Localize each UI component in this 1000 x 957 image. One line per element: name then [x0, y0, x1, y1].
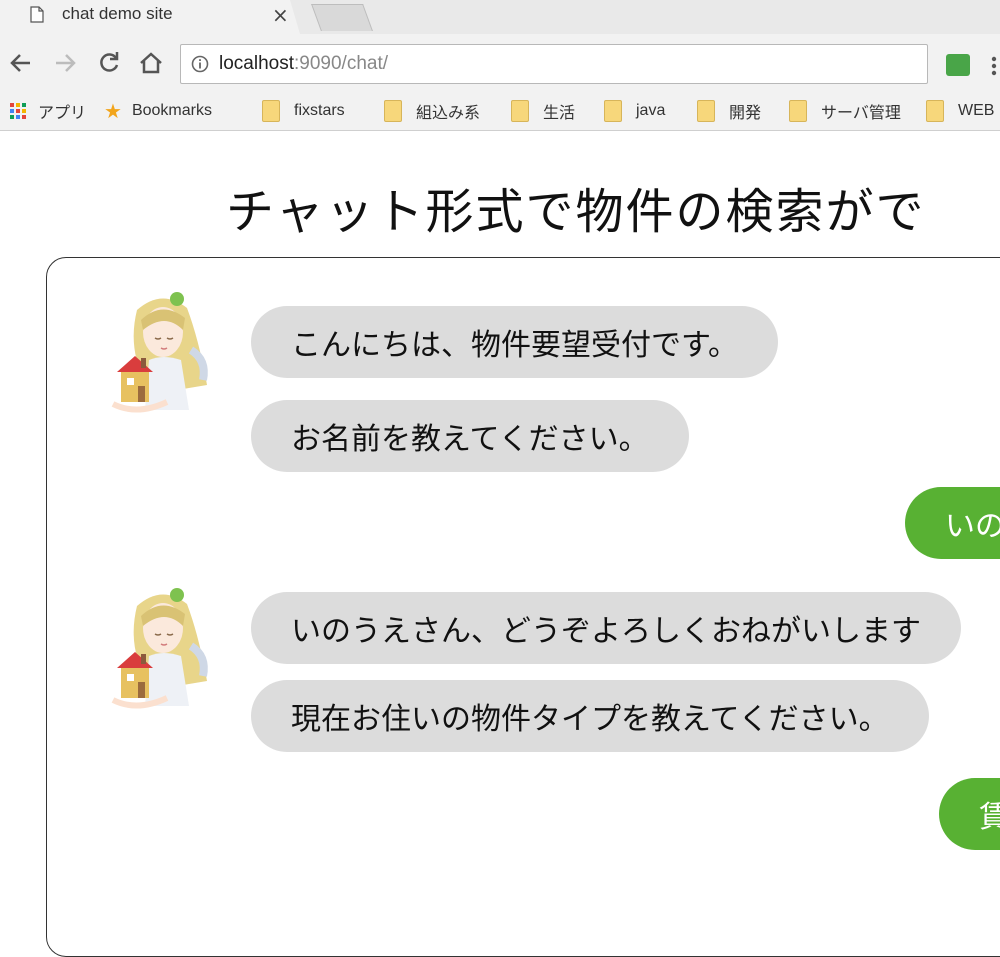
url-path: :9090/chat/ — [294, 53, 389, 74]
bookmark-bookmarks[interactable]: ★ Bookmarks — [104, 92, 212, 130]
user-message[interactable]: 賃 — [939, 778, 1000, 850]
bookmark-label: アプリ — [38, 105, 87, 122]
bookmarks-bar: アプリ ★ Bookmarks fixstars 組込み系 生活 java 開発… — [0, 92, 1000, 131]
url-text: localhost:9090/chat/ — [219, 53, 388, 75]
more-menu-icon[interactable] — [988, 54, 1000, 78]
bookmark-web[interactable]: WEB — [926, 92, 994, 130]
close-tab-icon[interactable]: × — [272, 3, 289, 27]
extension-icon[interactable] — [946, 54, 970, 76]
info-icon[interactable] — [191, 55, 209, 73]
folder-icon — [262, 100, 280, 122]
star-icon: ★ — [104, 100, 122, 123]
bot-message: お名前を教えてください。 — [251, 400, 689, 472]
bookmark-label: WEB — [958, 102, 995, 119]
bookmark-label: 生活 — [543, 105, 576, 122]
folder-icon — [789, 100, 807, 122]
user-message[interactable]: いの — [905, 487, 1000, 559]
bookmark-label: Bookmarks — [131, 102, 212, 119]
address-bar[interactable]: localhost:9090/chat/ — [180, 44, 928, 84]
chat-container: こんにちは、物件要望受付です。 お名前を教えてください。 いの いのうえさん、ど… — [46, 257, 1000, 957]
reload-icon[interactable] — [96, 50, 122, 76]
folder-icon — [384, 100, 402, 122]
folder-icon — [511, 100, 529, 122]
girl-with-house-avatar — [111, 292, 208, 413]
girl-with-house-avatar — [111, 588, 208, 709]
bookmark-label: java — [636, 102, 666, 119]
page-title: チャット形式で物件の検索がで — [226, 184, 926, 240]
bookmark-label: 組込み系 — [416, 105, 481, 122]
bookmark-java[interactable]: java — [604, 92, 665, 130]
bookmark-label: 開発 — [729, 105, 762, 122]
apps-grid-icon — [10, 103, 26, 119]
bookmark-dev[interactable]: 開発 — [697, 92, 761, 130]
bookmark-embedded[interactable]: 組込み系 — [384, 92, 480, 130]
folder-icon — [926, 100, 944, 122]
bot-message: こんにちは、物件要望受付です。 — [251, 306, 778, 378]
bot-message: 現在お住いの物件タイプを教えてください。 — [251, 680, 929, 752]
bookmark-fixstars[interactable]: fixstars — [262, 92, 345, 130]
bookmark-label: サーバ管理 — [821, 105, 901, 122]
home-icon[interactable] — [138, 50, 164, 76]
folder-icon — [697, 100, 715, 122]
bot-message: いのうえさん、どうぞよろしくおねがいします — [251, 592, 961, 664]
bookmark-server-admin[interactable]: サーバ管理 — [789, 92, 901, 130]
folder-icon — [604, 100, 622, 122]
back-arrow-icon[interactable] — [8, 50, 34, 76]
bookmark-label: fixstars — [294, 102, 345, 119]
tab-strip: chat demo site × — [0, 0, 1000, 34]
tab-chat-demo[interactable]: chat demo site × — [0, 0, 300, 34]
bookmark-apps[interactable]: アプリ — [10, 92, 86, 130]
bookmark-life[interactable]: 生活 — [511, 92, 575, 130]
page-icon — [30, 6, 44, 23]
forward-arrow-icon[interactable] — [52, 50, 78, 76]
url-host: localhost — [219, 53, 294, 74]
tab-title: chat demo site — [62, 4, 173, 23]
new-tab-button[interactable] — [311, 4, 373, 31]
